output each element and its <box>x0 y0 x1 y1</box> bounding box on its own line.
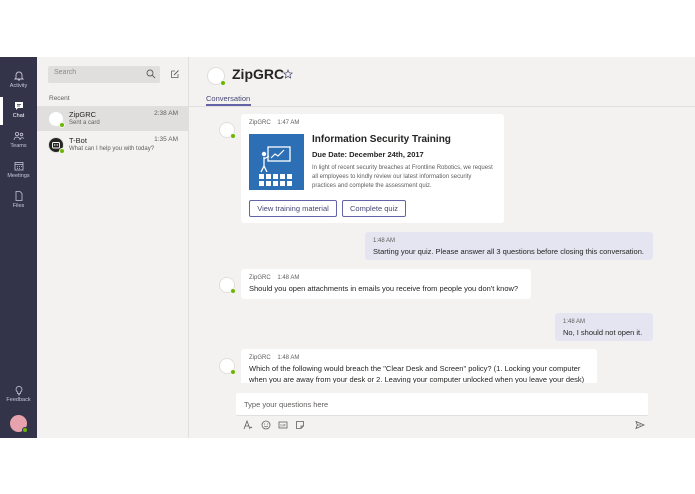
emoji-icon[interactable] <box>261 420 271 430</box>
message-meta: ZipGRC 1:48 AM <box>249 354 589 363</box>
card-title: Information Security Training <box>312 134 451 145</box>
chat-name: T-Bot <box>69 136 87 145</box>
presence-dot <box>220 80 226 86</box>
rail-item-chat[interactable]: Chat <box>0 97 37 125</box>
message-time: 1:48 AM <box>373 238 396 244</box>
message-time: 1:48 AM <box>277 275 300 281</box>
sender-name: ZipGRC <box>249 275 271 281</box>
message-meta: ZipGRC 1:47 AM <box>249 119 496 128</box>
svg-text:GIF: GIF <box>280 424 286 428</box>
header-avatar <box>207 67 226 86</box>
avatar <box>48 137 65 154</box>
avatar <box>219 358 236 375</box>
message-text: Starting your quiz. Please answer all 3 … <box>373 247 644 256</box>
view-training-button[interactable]: View training material <box>249 200 337 217</box>
rail-label-chat: Chat <box>12 113 25 119</box>
new-chat-icon[interactable] <box>170 69 180 79</box>
rail-label-feedback: Feedback <box>6 397 31 403</box>
rail-label-activity: Activity <box>9 83 28 89</box>
message-time: 1:47 AM <box>277 120 300 126</box>
recent-section-label: Recent <box>49 95 70 102</box>
chat-time: 1:35 AM <box>154 136 178 143</box>
card-body: In light of recent security breaches at … <box>312 165 493 189</box>
my-message: 1:48 AM No, I should not open it. <box>555 313 653 341</box>
conversation-pane: ZipGRC Conversation ZipGRC 1:47 AM Infor… <box>189 57 695 438</box>
tab-conversation[interactable]: Conversation <box>206 94 250 103</box>
complete-quiz-button[interactable]: Complete quiz <box>342 200 406 217</box>
message-text: No, I should not open it. <box>563 328 643 337</box>
chat-preview: Sent a card <box>69 120 100 126</box>
bot-message: ZipGRC 1:48 AM Should you open attachmen… <box>241 269 531 299</box>
sticker-icon[interactable] <box>295 420 305 430</box>
rail-label-meetings: Meetings <box>7 173 30 179</box>
chat-item-tbot[interactable]: T-Bot What can I help you with today? 1:… <box>37 132 189 157</box>
training-card: ZipGRC 1:47 AM Information Security Trai… <box>241 114 504 223</box>
message-text: when you are away from your desk or 2. L… <box>249 375 585 383</box>
presence-dot <box>59 122 65 128</box>
avatar <box>219 277 236 294</box>
message-text: Which of the following would breach the … <box>249 364 581 373</box>
active-indicator <box>0 97 3 125</box>
rail-item-meetings[interactable]: Meetings <box>0 157 37 185</box>
header-divider <box>189 106 695 107</box>
presence-dot <box>59 148 65 154</box>
rail-item-activity[interactable]: Activity <box>0 67 37 95</box>
sender-name: ZipGRC <box>249 120 271 126</box>
rail-label-files: Files <box>12 203 25 209</box>
user-avatar[interactable] <box>10 415 28 433</box>
avatar <box>48 111 65 128</box>
presentation-icon <box>259 146 292 186</box>
rail-item-teams[interactable]: Teams <box>0 127 37 155</box>
message-text: Should you open attachments in emails yo… <box>249 284 519 293</box>
chat-time: 2:38 AM <box>154 110 178 117</box>
message-meta: ZipGRC 1:48 AM <box>249 274 523 283</box>
card-due-date: Due Date: December 24th, 2017 <box>312 150 424 159</box>
send-icon[interactable] <box>635 420 645 430</box>
file-icon <box>15 191 22 201</box>
chat-item-zipgrc[interactable]: ZipGRC Sent a card 2:38 AM <box>37 106 189 131</box>
star-icon[interactable] <box>283 69 293 79</box>
app-rail: Activity Chat Teams Meetings Files Feedb… <box>0 57 37 438</box>
message-time: 1:48 AM <box>563 319 586 325</box>
search-input[interactable]: Search <box>54 69 76 76</box>
presence-dot <box>230 288 236 294</box>
chat-icon <box>14 102 23 110</box>
chat-name: ZipGRC <box>69 110 97 119</box>
bot-message: ZipGRC 1:48 AM Which of the following wo… <box>241 349 597 383</box>
calendar-icon <box>14 162 23 171</box>
avatar <box>219 122 236 139</box>
compose-box[interactable]: Type your questions here <box>236 393 648 416</box>
lightbulb-icon <box>15 386 22 396</box>
sender-name: ZipGRC <box>249 355 271 361</box>
search-box[interactable]: Search <box>48 66 160 83</box>
chat-preview: What can I help you with today? <box>69 146 155 152</box>
search-icon[interactable] <box>146 69 156 79</box>
presence-dot <box>230 133 236 139</box>
page-title: ZipGRC <box>232 66 285 82</box>
bell-icon <box>13 71 24 81</box>
presence-dot <box>230 369 236 375</box>
rail-item-feedback[interactable]: Feedback <box>0 381 37 409</box>
teams-app: Activity Chat Teams Meetings Files Feedb… <box>0 57 695 438</box>
rail-label-teams: Teams <box>10 143 27 149</box>
compose-input[interactable]: Type your questions here <box>244 400 328 409</box>
my-message: 1:48 AM Starting your quiz. Please answe… <box>365 232 653 260</box>
teams-icon <box>13 132 24 141</box>
format-icon[interactable] <box>243 420 253 430</box>
rail-item-files[interactable]: Files <box>0 187 37 215</box>
training-image <box>249 134 304 190</box>
chat-list-pane: Search Recent ZipGRC Sent a card 2:38 AM… <box>37 57 189 438</box>
message-time: 1:48 AM <box>277 355 300 361</box>
presence-dot <box>22 427 28 433</box>
gif-icon[interactable]: GIF <box>278 420 288 430</box>
